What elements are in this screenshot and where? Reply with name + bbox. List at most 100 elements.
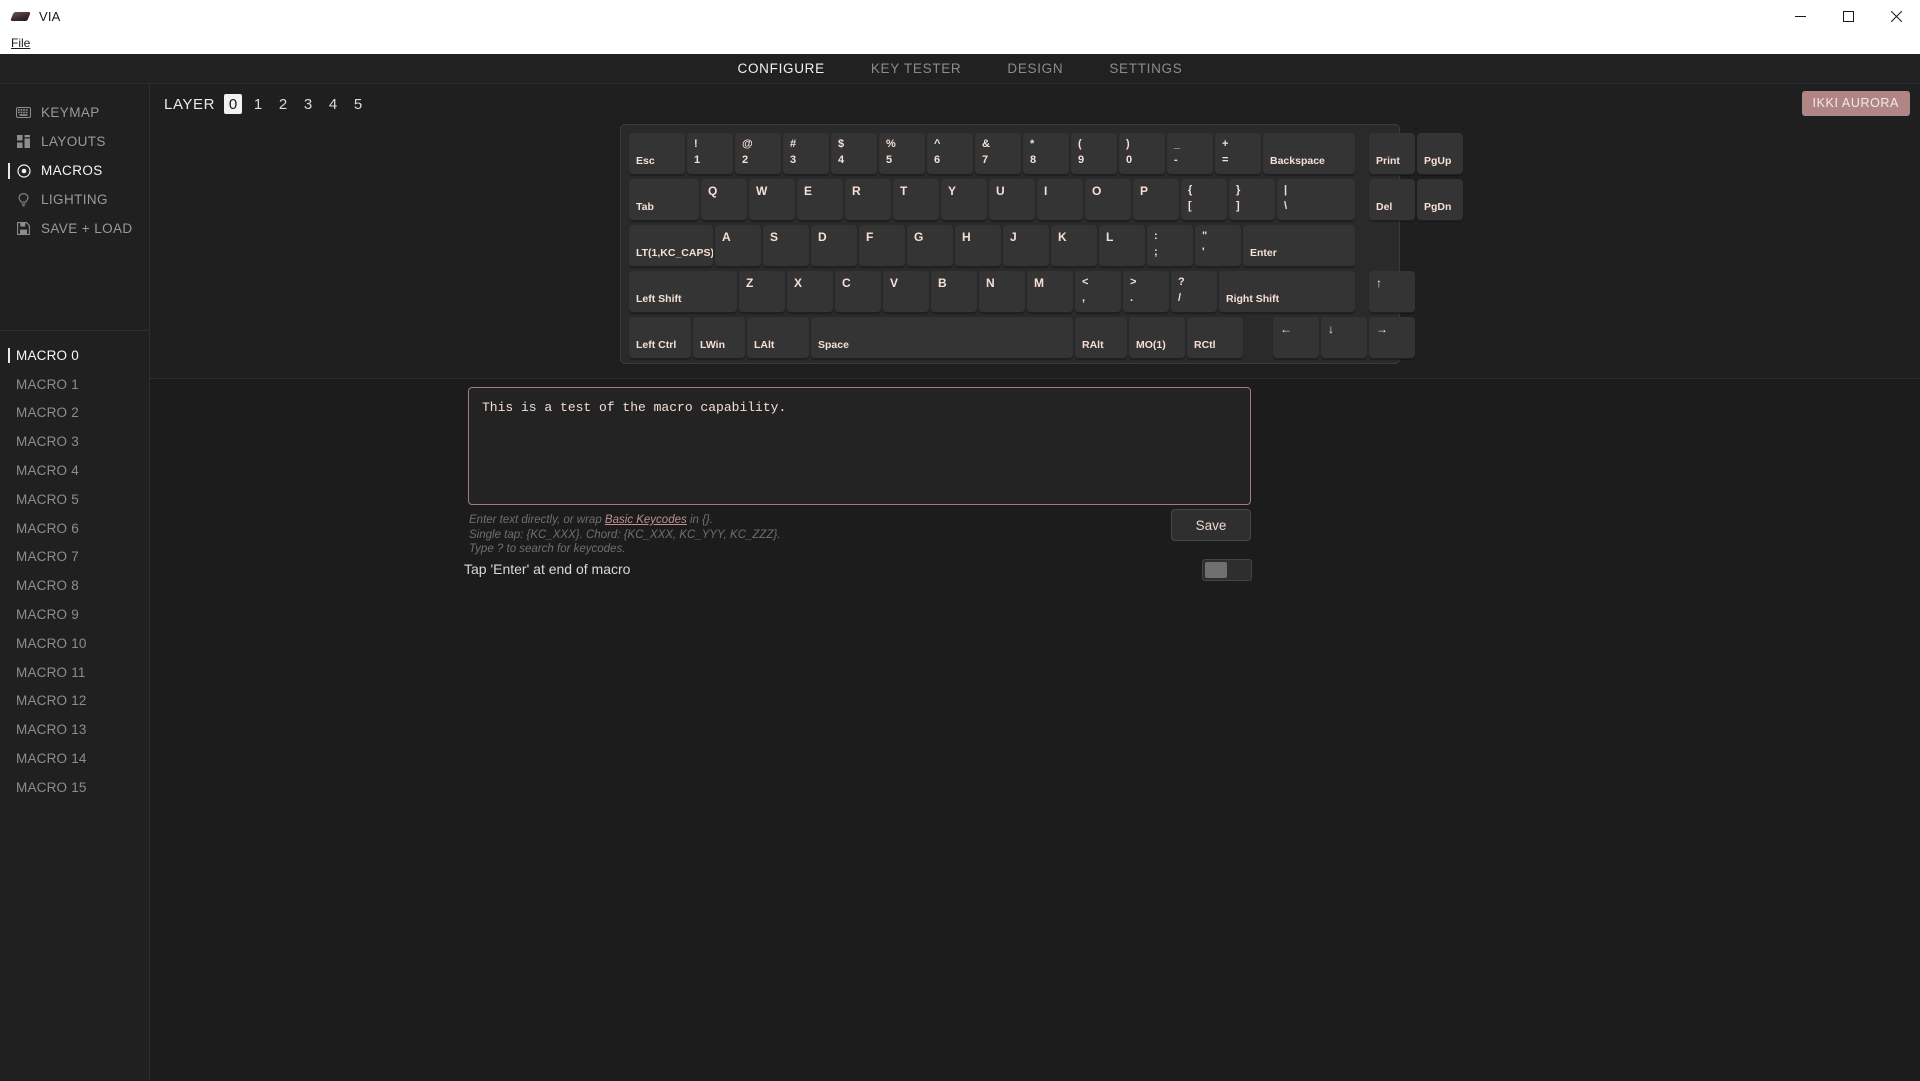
sidebar-item-save-load[interactable]: SAVE + LOAD	[0, 214, 149, 243]
macro-list-item[interactable]: MACRO 2	[0, 399, 149, 428]
tab-configure[interactable]: CONFIGURE	[738, 61, 825, 76]
keyboard-key[interactable]: | \	[1277, 179, 1355, 221]
macro-list-item[interactable]: MACRO 14	[0, 744, 149, 773]
minimize-icon[interactable]	[1776, 0, 1824, 32]
keyboard-key[interactable]: Del	[1369, 179, 1415, 221]
keyboard-key[interactable]: RCtl	[1187, 317, 1243, 359]
keyboard-key[interactable]: PgUp	[1417, 133, 1463, 175]
macro-list-item[interactable]: MACRO 3	[0, 427, 149, 456]
keyboard-key[interactable]: Esc	[629, 133, 685, 175]
keyboard-key[interactable]: →	[1369, 317, 1415, 359]
keyboard-key[interactable]: Tab	[629, 179, 699, 221]
keyboard-key[interactable]: Left Shift	[629, 271, 737, 313]
macro-list-item[interactable]: MACRO 9	[0, 600, 149, 629]
keyboard-key[interactable]: Print	[1369, 133, 1415, 175]
keyboard-key[interactable]: Backspace	[1263, 133, 1355, 175]
keyboard-key[interactable]: E	[797, 179, 843, 221]
keyboard-key[interactable]: LAlt	[747, 317, 809, 359]
keyboard-key[interactable]: U	[989, 179, 1035, 221]
keyboard-key[interactable]: J	[1003, 225, 1049, 267]
keyboard-key[interactable]: B	[931, 271, 977, 313]
keyboard-key[interactable]: PgDn	[1417, 179, 1463, 221]
keyboard-key[interactable]: Enter	[1243, 225, 1355, 267]
keyboard-key[interactable]: Right Shift	[1219, 271, 1355, 313]
keyboard-key[interactable]: O	[1085, 179, 1131, 221]
macro-list-item[interactable]: MACRO 12	[0, 687, 149, 716]
layer-button-0[interactable]: 0	[224, 94, 243, 114]
macro-list-item[interactable]: MACRO 10	[0, 629, 149, 658]
keyboard-key[interactable]: R	[845, 179, 891, 221]
macro-list-item[interactable]: MACRO 1	[0, 370, 149, 399]
macro-list-item[interactable]: MACRO 0	[0, 341, 149, 370]
keyboard-key[interactable]: T	[893, 179, 939, 221]
sidebar-item-lighting[interactable]: LIGHTING	[0, 185, 149, 214]
keyboard-key[interactable]: G	[907, 225, 953, 267]
keyboard-key[interactable]: D	[811, 225, 857, 267]
keyboard-key[interactable]: ? /	[1171, 271, 1217, 313]
keyboard-key[interactable]: {[	[1181, 179, 1227, 221]
keyboard-key[interactable]: P	[1133, 179, 1179, 221]
keyboard-key[interactable]: X	[787, 271, 833, 313]
keyboard-key[interactable]: $4	[831, 133, 877, 175]
keyboard-key[interactable]: M	[1027, 271, 1073, 313]
keyboard-key[interactable]: LWin	[693, 317, 745, 359]
keyboard-key[interactable]: ↓	[1321, 317, 1367, 359]
basic-keycodes-link[interactable]: Basic Keycodes	[605, 514, 687, 526]
keyboard-key[interactable]: ^ 6	[927, 133, 973, 175]
keyboard-key[interactable]: Z	[739, 271, 785, 313]
keyboard-key[interactable]: (9	[1071, 133, 1117, 175]
macro-list-item[interactable]: MACRO 13	[0, 715, 149, 744]
keyboard-key[interactable]: I	[1037, 179, 1083, 221]
tab-design[interactable]: DESIGN	[1007, 61, 1063, 76]
layer-button-1[interactable]: 1	[249, 94, 267, 114]
macro-list-item[interactable]: MACRO 11	[0, 658, 149, 687]
keyboard-key[interactable]: LT(1,KC_CAPS)	[629, 225, 713, 267]
keyboard-key[interactable]: ) 0	[1119, 133, 1165, 175]
keyboard-key[interactable]: #3	[783, 133, 829, 175]
macro-list-item[interactable]: MACRO 15	[0, 773, 149, 802]
keyboard-key[interactable]: _ -	[1167, 133, 1213, 175]
keyboard-key[interactable]: & 7	[975, 133, 1021, 175]
menu-item-file[interactable]: File	[7, 35, 34, 51]
keyboard-key[interactable]: }]	[1229, 179, 1275, 221]
keyboard-key[interactable]: * 8	[1023, 133, 1069, 175]
keyboard-key[interactable]: L	[1099, 225, 1145, 267]
sidebar-item-layouts[interactable]: LAYOUTS	[0, 127, 149, 156]
macro-list-item[interactable]: MACRO 4	[0, 456, 149, 485]
keyboard-key[interactable]: V	[883, 271, 929, 313]
layer-button-4[interactable]: 4	[324, 94, 342, 114]
keyboard-key[interactable]: W	[749, 179, 795, 221]
keyboard-key[interactable]: + =	[1215, 133, 1261, 175]
tab-key-tester[interactable]: KEY TESTER	[871, 61, 962, 76]
layer-button-2[interactable]: 2	[274, 94, 292, 114]
keyboard-key[interactable]: A	[715, 225, 761, 267]
maximize-icon[interactable]	[1824, 0, 1872, 32]
sidebar-item-keymap[interactable]: KEYMAP	[0, 98, 149, 127]
keyboard-key[interactable]: Y	[941, 179, 987, 221]
keyboard-key[interactable]: % 5	[879, 133, 925, 175]
keyboard-key[interactable]: Q	[701, 179, 747, 221]
macro-text-input[interactable]	[468, 387, 1251, 505]
close-icon[interactable]	[1872, 0, 1920, 32]
keyboard-key[interactable]: ! 1	[687, 133, 733, 175]
keyboard-key[interactable]: " '	[1195, 225, 1241, 267]
macro-list-item[interactable]: MACRO 8	[0, 571, 149, 600]
keyboard-key[interactable]: F	[859, 225, 905, 267]
keyboard-key[interactable]: >.	[1123, 271, 1169, 313]
macro-list-item[interactable]: MACRO 6	[0, 514, 149, 543]
keyboard-key[interactable]: ←	[1273, 317, 1319, 359]
keyboard-key[interactable]: K	[1051, 225, 1097, 267]
macro-list-item[interactable]: MACRO 5	[0, 485, 149, 514]
layer-button-3[interactable]: 3	[299, 94, 317, 114]
keyboard-key[interactable]: ↑	[1369, 271, 1415, 313]
keyboard-key[interactable]: C	[835, 271, 881, 313]
keyboard-key[interactable]: N	[979, 271, 1025, 313]
keyboard-key[interactable]: Space	[811, 317, 1073, 359]
keyboard-key[interactable]: MO(1)	[1129, 317, 1185, 359]
keyboard-key[interactable]: :;	[1147, 225, 1193, 267]
save-button[interactable]: Save	[1171, 509, 1251, 541]
keyboard-key[interactable]: @2	[735, 133, 781, 175]
layer-button-5[interactable]: 5	[349, 94, 367, 114]
tap-enter-toggle[interactable]	[1202, 559, 1252, 581]
keyboard-key[interactable]: <,	[1075, 271, 1121, 313]
